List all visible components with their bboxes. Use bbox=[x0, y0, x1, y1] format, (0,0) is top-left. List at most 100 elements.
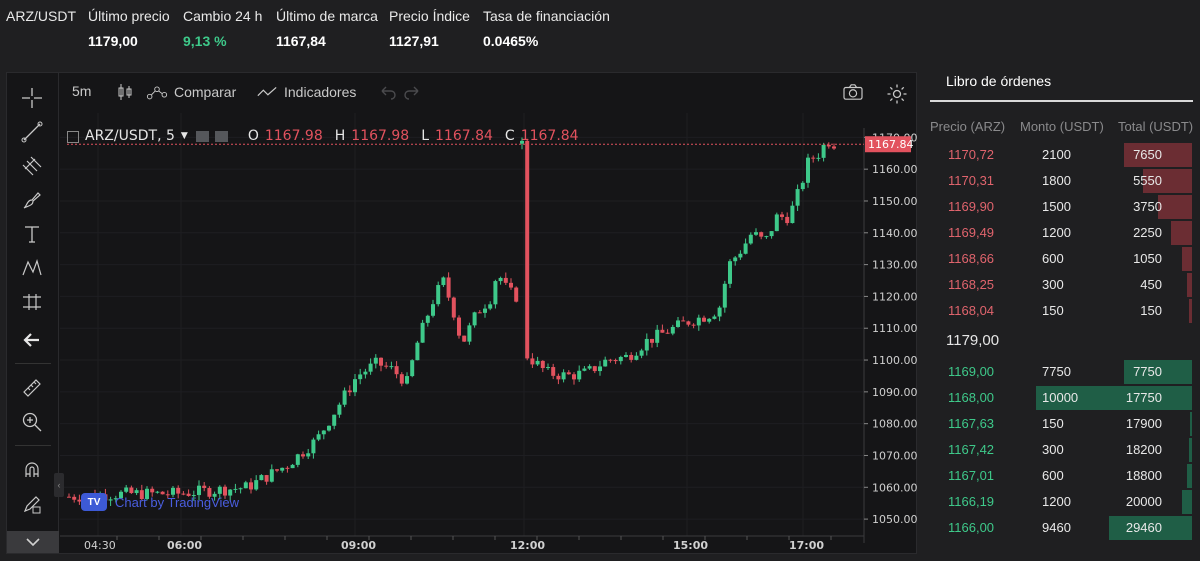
candle-body bbox=[624, 354, 628, 357]
candle-body bbox=[592, 366, 597, 372]
bid-row[interactable]: 1166,19 1200 20000 bbox=[930, 489, 1200, 515]
settings-small-icon[interactable] bbox=[214, 130, 228, 142]
ask-amount: 600 bbox=[1042, 251, 1064, 266]
price-tick-label: 1150.00 bbox=[872, 195, 918, 208]
chart-type-button[interactable] bbox=[114, 83, 136, 101]
redo-button[interactable] bbox=[402, 83, 424, 101]
settings-button[interactable] bbox=[886, 83, 908, 105]
bid-amount: 300 bbox=[1042, 442, 1064, 457]
lock-pencil-icon[interactable] bbox=[19, 491, 45, 517]
ask-row[interactable]: 1168,04 150 150 bbox=[930, 298, 1200, 324]
candle-body bbox=[800, 182, 805, 190]
ask-row[interactable]: 1168,25 300 450 bbox=[930, 272, 1200, 298]
ask-amount: 1500 bbox=[1042, 199, 1071, 214]
price-chart[interactable]: 1170.001160.001150.001140.001130.001120.… bbox=[7, 73, 918, 555]
candle-body bbox=[457, 317, 461, 336]
toolbar-expand-button[interactable] bbox=[7, 531, 59, 553]
ask-row[interactable]: 1170,72 2100 7650 bbox=[930, 142, 1200, 168]
collapse-legend-icon[interactable] bbox=[67, 131, 79, 143]
pitchfork-icon[interactable] bbox=[19, 153, 45, 179]
zoom-in-icon[interactable] bbox=[19, 409, 45, 435]
candle-body bbox=[441, 277, 446, 286]
candle-body bbox=[389, 366, 394, 368]
pair-name[interactable]: ARZ/USDT bbox=[6, 8, 76, 24]
candle-body bbox=[748, 234, 753, 244]
candle-body bbox=[712, 316, 717, 319]
compare-button[interactable]: Comparar bbox=[146, 83, 236, 101]
visibility-icon[interactable] bbox=[195, 130, 209, 142]
candle-body bbox=[399, 374, 404, 384]
redo-icon bbox=[404, 86, 419, 100]
candle-body bbox=[363, 371, 368, 375]
candle-body bbox=[774, 214, 779, 232]
ask-price: 1168,04 bbox=[948, 303, 995, 318]
stat-label: Cambio 24 h bbox=[183, 8, 263, 24]
stat-change-24h: Cambio 24 h 9,13 % bbox=[183, 8, 262, 49]
bid-row[interactable]: 1167,01 600 18800 bbox=[930, 463, 1200, 489]
candle-body bbox=[639, 350, 644, 356]
tab-order-book[interactable]: Libro de órdenes bbox=[946, 73, 1051, 89]
candle-body bbox=[634, 355, 639, 360]
candle-body bbox=[353, 379, 357, 393]
text-icon[interactable] bbox=[19, 221, 45, 247]
candle-body bbox=[826, 144, 831, 147]
ask-row[interactable]: 1170,31 1800 5550 bbox=[930, 168, 1200, 194]
legend-symbol[interactable]: ARZ/USDT, 5 bbox=[85, 128, 175, 144]
bid-total: 18200 bbox=[1125, 442, 1162, 457]
legend-low-label: L bbox=[421, 128, 429, 144]
collapse-toolbar-handle[interactable]: ‹ bbox=[54, 473, 64, 497]
ask-row[interactable]: 1168,66 600 1050 bbox=[930, 246, 1200, 272]
candle-body bbox=[275, 469, 279, 471]
drawing-toolbar bbox=[7, 73, 59, 553]
candle-body bbox=[650, 338, 654, 343]
crosshair-icon[interactable] bbox=[19, 85, 45, 111]
tradingview-watermark[interactable]: TV Chart by TradingView bbox=[81, 493, 239, 511]
bid-row[interactable]: 1167,42 300 18200 bbox=[930, 437, 1200, 463]
stat-label: Último precio bbox=[88, 8, 170, 24]
candle-body bbox=[795, 189, 800, 206]
indicators-icon bbox=[257, 86, 277, 97]
candle-body bbox=[530, 358, 535, 365]
interval-button[interactable]: 5m bbox=[72, 83, 91, 99]
candle-body bbox=[670, 326, 675, 334]
dropdown-caret-icon[interactable]: ▼ bbox=[181, 131, 188, 141]
snapshot-button[interactable] bbox=[842, 83, 864, 101]
bid-row[interactable]: 1166,00 9460 29460 bbox=[930, 515, 1200, 541]
ruler-icon[interactable] bbox=[19, 375, 45, 401]
bid-row[interactable]: 1168,00 10000 17750 bbox=[930, 385, 1200, 411]
back-arrow-icon[interactable] bbox=[19, 327, 45, 353]
trend-line-icon[interactable] bbox=[19, 119, 45, 145]
candle-body bbox=[462, 335, 467, 342]
indicators-button[interactable]: Indicadores bbox=[256, 83, 356, 101]
price-tick-label: 1080.00 bbox=[872, 418, 918, 431]
bid-row[interactable]: 1169,00 7750 7750 bbox=[930, 359, 1200, 385]
ask-row[interactable]: 1169,49 1200 2250 bbox=[930, 220, 1200, 246]
candle-body bbox=[477, 312, 482, 314]
undo-icon bbox=[381, 86, 396, 100]
candle-body bbox=[738, 253, 743, 258]
stat-mark-price: Último de marca 1167,84 bbox=[276, 8, 378, 49]
depth-bar bbox=[1189, 299, 1192, 323]
depth-bar bbox=[1181, 490, 1192, 514]
price-tick-label: 1070.00 bbox=[872, 449, 918, 462]
ask-price: 1169,90 bbox=[948, 199, 995, 214]
magnet-icon[interactable] bbox=[19, 457, 45, 483]
measure-icon[interactable] bbox=[19, 289, 45, 315]
ask-total: 2250 bbox=[1133, 225, 1162, 240]
bid-amount: 9460 bbox=[1042, 520, 1071, 535]
chart-legend: ARZ/USDT, 5 ▼ O 1167.98 H 1167.98 L 1167.84… bbox=[67, 128, 579, 144]
candle-body bbox=[451, 297, 456, 318]
bid-row[interactable]: 1167,63 150 17900 bbox=[930, 411, 1200, 437]
bid-price: 1166,19 bbox=[948, 494, 995, 509]
pair-label: ARZ/USDT bbox=[6, 8, 76, 24]
candle-body bbox=[233, 488, 238, 490]
candle-body bbox=[410, 360, 415, 377]
watermark-text: Chart by TradingView bbox=[115, 494, 240, 510]
candle-body bbox=[806, 157, 810, 183]
brush-icon[interactable] bbox=[19, 187, 45, 213]
ask-row[interactable]: 1169,90 1500 3750 bbox=[930, 194, 1200, 220]
candle-body bbox=[769, 231, 774, 237]
pattern-icon[interactable] bbox=[19, 255, 45, 281]
candle-body bbox=[811, 157, 816, 159]
undo-button[interactable] bbox=[376, 83, 398, 101]
